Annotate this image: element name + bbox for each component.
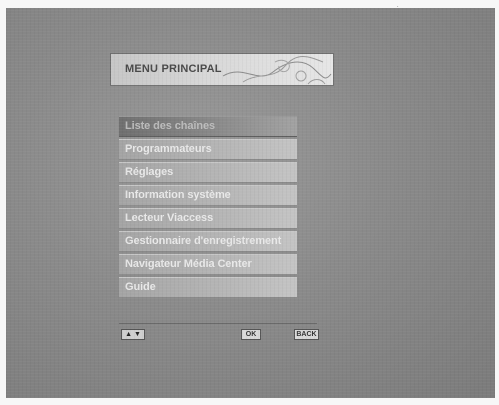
menu-item-label: Guide: [125, 281, 156, 293]
menu-item[interactable]: Information système: [119, 185, 297, 206]
menu-item[interactable]: Navigateur Média Center: [119, 254, 297, 275]
menu-item[interactable]: Guide: [119, 277, 297, 298]
menu-item-label: Navigateur Média Center: [125, 258, 252, 270]
swirl-decoration-icon: [222, 56, 332, 85]
menu-item-label: Lecteur Viaccess: [125, 212, 214, 224]
back-button[interactable]: BACK: [294, 329, 319, 340]
menu-item[interactable]: Programmateurs: [119, 139, 297, 160]
tv-screen: MENU PRINCIPAL Liste des chaînes Programm…: [6, 8, 495, 398]
menu-item[interactable]: Liste des chaînes: [119, 116, 297, 137]
photo-frame: · MENU PRINCIPAL Liste des chaînes Progra…: [0, 0, 499, 405]
menu-header: MENU PRINCIPAL: [110, 53, 334, 86]
menu-item-label: Programmateurs: [125, 143, 212, 155]
footer-divider: [119, 323, 317, 324]
menu-item[interactable]: Lecteur Viaccess: [119, 208, 297, 229]
ok-button[interactable]: OK: [241, 329, 261, 340]
arrow-up-icon: ▲: [125, 331, 132, 338]
main-menu-list: Liste des chaînes Programmateurs Réglages I…: [119, 116, 297, 300]
menu-item[interactable]: Gestionnaire d'enregistrement: [119, 231, 297, 252]
menu-item-label: Information système: [125, 189, 231, 201]
menu-item[interactable]: Réglages: [119, 162, 297, 183]
menu-item-label: Liste des chaînes: [125, 120, 216, 132]
page-title: MENU PRINCIPAL: [125, 63, 222, 75]
arrow-down-icon: ▼: [134, 331, 141, 338]
menu-item-label: Gestionnaire d'enregistrement: [125, 235, 282, 247]
navigate-keys[interactable]: ▲ ▼: [121, 329, 145, 340]
menu-item-label: Réglages: [125, 166, 174, 178]
